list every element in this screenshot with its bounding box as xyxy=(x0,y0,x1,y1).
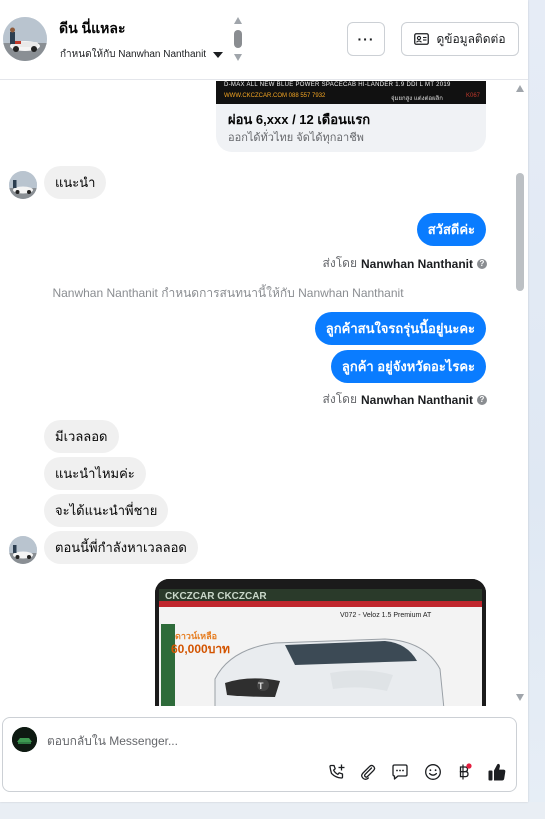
svg-text:T: T xyxy=(258,681,264,691)
assignee-label: กำหนดให้กับ Nanwhan Nanthanit xyxy=(60,49,207,60)
system-assign-message: Nanwhan Nanthanit กำหนดการสนทนานี้ให้กับ… xyxy=(52,286,404,300)
page-avatar xyxy=(12,727,37,752)
photo-top-text: CKCZCAR CKCZCAR xyxy=(165,591,267,602)
sent-by-prefix: ส่งโดย xyxy=(322,256,357,270)
contact-avatar-small[interactable] xyxy=(9,536,37,564)
contact-avatar[interactable] xyxy=(3,17,47,61)
attachment-icon[interactable] xyxy=(357,761,379,783)
conversation-header: ดีน นี่แหละ กำหนดให้กับ Nanwhan Nanthani… xyxy=(0,0,528,80)
contact-name: ดีน นี่แหละ xyxy=(59,20,126,36)
message-scrollbar[interactable] xyxy=(512,81,528,706)
ad-subtitle: ออกได้ทั่วไทย จัดได้ทุกอาชีพ xyxy=(228,132,364,144)
page-background-bottom xyxy=(0,802,545,819)
scroll-thumb[interactable] xyxy=(234,30,242,48)
ad-message-card[interactable]: D-MAX ALL NEW BLUE POWER SPACECAB HI-LAN… xyxy=(216,81,486,152)
like-icon[interactable] xyxy=(486,761,508,783)
sent-by-prefix: ส่งโดย xyxy=(322,392,357,406)
contact-card-icon xyxy=(414,33,430,45)
incoming-message[interactable]: แนะนำไหมค่ะ xyxy=(44,457,146,490)
ad-title: ผ่อน 6,xxx / 12 เดือนแรก xyxy=(228,112,371,127)
outgoing-message[interactable]: ลูกค้า อยู่จังหวัดอะไรคะ xyxy=(330,350,486,383)
reply-input[interactable] xyxy=(47,730,427,752)
ad-image-line1: D-MAX ALL NEW BLUE POWER SPACECAB HI-LAN… xyxy=(224,82,451,88)
photo-model-label: V072 - Veloz 1.5 Premium AT xyxy=(340,612,432,619)
scroll-thumb[interactable] xyxy=(516,173,524,291)
view-contact-info-label: ดูข้อมูลติดต่อ xyxy=(436,31,506,46)
outgoing-message[interactable]: ลูกค้าสนใจรถรุ่นนี้อยู่นะคะ xyxy=(314,312,486,345)
more-options-button[interactable]: ··· xyxy=(347,22,385,56)
view-contact-info-button[interactable]: ดูข้อมูลติดต่อ xyxy=(401,22,519,56)
info-icon[interactable]: ? xyxy=(477,394,487,405)
assignee-dropdown[interactable]: กำหนดให้กับ Nanwhan Nanthanit xyxy=(60,47,224,62)
ad-image-code: K067 xyxy=(465,93,480,99)
header-scroll-control[interactable] xyxy=(232,17,244,63)
call-add-icon[interactable] xyxy=(326,761,348,783)
car-photo: CKCZCAR CKCZCAR V072 - Veloz 1.5 Premium… xyxy=(155,579,486,706)
page-background-right xyxy=(528,0,545,819)
photo-message[interactable]: CKCZCAR CKCZCAR V072 - Veloz 1.5 Premium… xyxy=(155,579,486,706)
photo-promo-line1: ดาวน์เหลือ xyxy=(175,630,217,641)
incoming-message[interactable]: จะได้แนะนำพี่ชาย xyxy=(44,494,169,527)
chevron-down-icon xyxy=(213,52,224,58)
saved-reply-icon[interactable] xyxy=(389,761,411,783)
scroll-down-icon[interactable] xyxy=(234,54,242,61)
incoming-message[interactable]: มีเวลลอด xyxy=(44,420,119,453)
payment-baht-icon[interactable] xyxy=(454,761,476,783)
sent-by-label: ส่งโดย Nanwhan Nanthanit ? xyxy=(323,254,487,273)
sent-by-name: Nanwhan Nanthanit xyxy=(360,392,473,407)
scroll-down-icon[interactable] xyxy=(516,694,524,701)
ad-image: D-MAX ALL NEW BLUE POWER SPACECAB HI-LAN… xyxy=(216,81,486,104)
emoji-icon[interactable] xyxy=(422,761,444,783)
incoming-message[interactable]: แนะนำ xyxy=(44,166,107,199)
conversation-panel: ดีน นี่แหละ กำหนดให้กับ Nanwhan Nanthani… xyxy=(0,0,528,802)
photo-promo-line2: 60,000บาท xyxy=(171,642,230,656)
scroll-up-icon[interactable] xyxy=(234,17,242,24)
outgoing-message[interactable]: สวัสดีค่ะ xyxy=(416,213,486,246)
notification-dot xyxy=(466,763,472,769)
info-icon[interactable]: ? xyxy=(477,258,487,269)
ad-image-line3: จุ่มยกสูง แต่งต่อผลิก xyxy=(391,96,443,102)
sent-by-name: Nanwhan Nanthanit xyxy=(360,256,473,271)
message-list[interactable]: D-MAX ALL NEW BLUE POWER SPACECAB HI-LAN… xyxy=(0,81,512,706)
scroll-up-icon[interactable] xyxy=(516,85,524,92)
reply-composer xyxy=(2,717,517,792)
contact-avatar-small[interactable] xyxy=(9,171,37,199)
more-icon: ··· xyxy=(357,31,375,47)
ad-image-line2: WWW.CKCZCAR.COM 088 557 7932 xyxy=(224,93,326,99)
sent-by-label: ส่งโดย Nanwhan Nanthanit ? xyxy=(323,390,487,409)
incoming-message[interactable]: ตอนนี้พี่กำลังหาเวลลอด xyxy=(44,531,198,564)
